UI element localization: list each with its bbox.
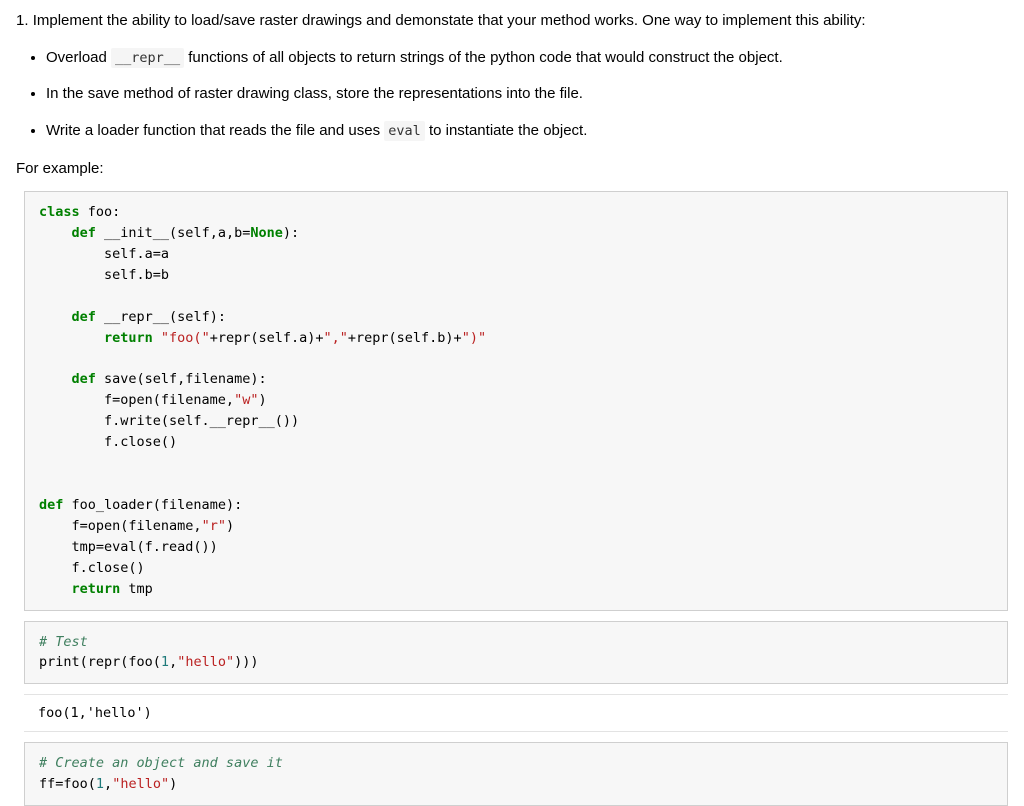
ff-s: "hello": [112, 776, 169, 792]
instruction-bullets: Overload __repr__ functions of all objec…: [46, 47, 1008, 143]
kw-none: None: [250, 225, 283, 241]
repr-code: __repr__: [111, 48, 184, 68]
tmp-eval: tmp=eval(f.read()): [39, 539, 218, 555]
print-a: print(repr(foo(: [39, 654, 161, 670]
p2: +repr(self.b)+: [348, 330, 462, 346]
open-r-b: ): [226, 518, 234, 534]
kw-return2: return: [39, 581, 120, 597]
instruction-main: 1. Implement the ability to load/save ra…: [16, 10, 1008, 33]
s1: "foo(": [153, 330, 210, 346]
bullet1-text-b: functions of all objects to return strin…: [184, 49, 783, 66]
kw-class: class: [39, 204, 80, 220]
init-end: ):: [283, 225, 299, 241]
document-content: 1. Implement the ability to load/save ra…: [0, 0, 1024, 806]
bullet-3: Write a loader function that reads the f…: [46, 120, 1008, 143]
kw-def2: def: [39, 309, 96, 325]
fclose2: f.close(): [39, 560, 145, 576]
open-w-a: f=open(filename,: [39, 392, 234, 408]
eval-code: eval: [384, 121, 425, 141]
fwrite: f.write(self.__repr__()): [39, 413, 299, 429]
instruction-text: Implement the ability to load/save raste…: [33, 12, 866, 29]
list-number: 1.: [16, 12, 29, 29]
code-cell-3: # Create an object and save it ff=foo(1,…: [24, 742, 1008, 806]
code-cell-1: class foo: def __init__(self,a,b=None): …: [24, 191, 1008, 611]
kw-def4: def: [39, 497, 63, 513]
line-selfb: self.b=b: [39, 267, 169, 283]
ff-a: ff=foo(: [39, 776, 96, 792]
open-r-s: "r": [202, 518, 226, 534]
for-example-label: For example:: [16, 160, 1008, 177]
test-comment: # Test: [39, 634, 88, 650]
output-cell-1: foo(1,'hello'): [24, 694, 1008, 732]
loader-sig: foo_loader(filename):: [63, 497, 242, 513]
kw-def3: def: [39, 371, 96, 387]
ff-c: ): [169, 776, 177, 792]
print-b: ,: [169, 654, 177, 670]
cls-name: foo:: [80, 204, 121, 220]
line-selfa: self.a=a: [39, 246, 169, 262]
bullet-1: Overload __repr__ functions of all objec…: [46, 47, 1008, 70]
create-comment: # Create an object and save it: [39, 755, 283, 771]
init-sig: __init__(self,a,b=: [96, 225, 250, 241]
ret-tmp: tmp: [120, 581, 153, 597]
bullet3-text-a: Write a loader function that reads the f…: [46, 122, 384, 139]
print-n: 1: [161, 654, 169, 670]
ff-n: 1: [96, 776, 104, 792]
open-w-b: ): [258, 392, 266, 408]
s3: ")": [462, 330, 486, 346]
fclose: f.close(): [39, 434, 177, 450]
print-c: ))): [234, 654, 258, 670]
save-sig: save(self,filename):: [96, 371, 267, 387]
open-r-a: f=open(filename,: [39, 518, 202, 534]
s2: ",": [324, 330, 348, 346]
open-w-s: "w": [234, 392, 258, 408]
p1: +repr(self.a)+: [210, 330, 324, 346]
print-s: "hello": [177, 654, 234, 670]
code-cell-2: # Test print(repr(foo(1,"hello"))): [24, 621, 1008, 685]
kw-def: def: [39, 225, 96, 241]
bullet3-text-b: to instantiate the object.: [425, 122, 588, 139]
kw-return: return: [39, 330, 153, 346]
repr-sig: __repr__(self):: [96, 309, 226, 325]
ff-b: ,: [104, 776, 112, 792]
bullet1-text-a: Overload: [46, 49, 111, 66]
bullet-2: In the save method of raster drawing cla…: [46, 83, 1008, 106]
